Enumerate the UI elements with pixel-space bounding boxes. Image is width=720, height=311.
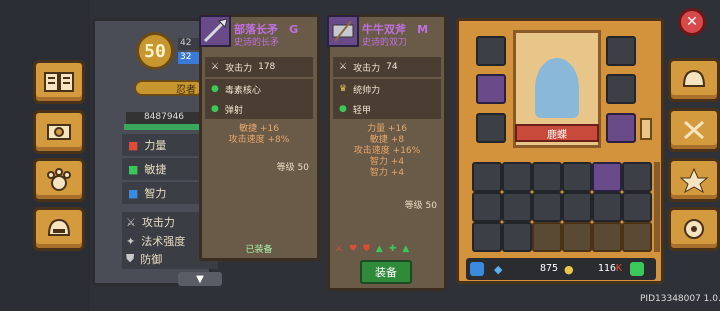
equip-slot-pet[interactable] [476,74,506,104]
chevron-down-icon: ▼ [196,273,204,285]
tab-skill[interactable] [668,158,720,202]
hero-portrait [535,58,579,118]
fist-icon: ■ [128,138,139,152]
gem-count: 875 [539,263,558,274]
axe-icon [327,15,359,47]
inv-slot[interactable] [592,192,622,222]
add-coin-button[interactable] [630,262,644,276]
coin-count: 116K [597,263,622,274]
card1-bonuses: 敏捷 +16 攻击速度 +8% [228,124,290,145]
shield-icon: ⛊ [363,244,370,254]
wand-icon: ✦ [126,234,136,248]
hero-name-banner: 鹿蝶 [515,124,599,142]
boot-icon: ■ [128,162,139,176]
gear-icon [684,219,704,239]
class-banner: 忍者 [134,80,204,96]
card2-action-icons: ⚔ ♥ ⛊ ▲ ✚ ▲ [335,244,439,254]
inv-slot[interactable] [622,162,652,192]
inv-slot[interactable] [502,222,532,252]
tab-pets[interactable] [33,158,85,202]
power-score: 8487946 [126,112,202,124]
star-icon [679,167,709,194]
card1-attack-row: ⚔ 攻击力 178 [205,57,313,77]
inv-slot[interactable] [502,192,532,222]
inv-slot[interactable] [472,192,502,222]
card2-bonuses: 力量 +16 敏捷 +8 攻击速度 +16% 智力 +4 智力 +4 [353,124,421,178]
spear-icon [199,15,231,47]
inv-slot[interactable] [472,222,502,252]
inv-slot[interactable] [502,162,532,192]
tab-scroll[interactable] [33,110,85,154]
tab-helmet-right[interactable] [668,58,720,102]
inv-slot[interactable] [592,162,622,192]
gem-icon: ◆ [494,263,503,276]
tab-settings[interactable] [668,207,720,251]
equip-slot-chest[interactable] [606,74,636,104]
helmet-icon [47,218,71,236]
equip-slot-ring[interactable] [476,36,506,66]
inv-slot[interactable] [472,162,502,192]
helmet-icon [682,69,706,87]
card2-rarity: 史诗的双刀 [362,38,408,48]
card2-line-light-armor: ● 轻甲 [333,99,441,119]
heart-icon: ♥ [349,244,358,254]
card1-equipped-status: 已装备 [245,245,273,255]
card1-level: 等级 50 [276,163,309,173]
coin-icon: ● [564,263,574,276]
bounce-icon: ● [211,104,219,114]
sword-icon: ⚔ [126,215,136,229]
toxic-core-icon: ● [211,84,219,94]
paw-icon [47,168,71,191]
pid-version: PID13348007 1.0.19 [640,294,720,304]
book-icon [44,72,74,92]
sword-icon: ⚔ [339,62,348,72]
hp-bar [124,124,202,130]
card2-attack-row: ⚔ 攻击力 74 [333,57,441,77]
inv-slot-empty[interactable] [592,222,622,252]
left-tab-column [0,0,90,311]
scroll-icon [47,124,71,140]
plus-icon: ✚ [388,244,397,254]
inv-slot[interactable] [562,162,592,192]
inv-slot[interactable] [622,192,652,222]
equip-button[interactable]: 装备 [360,260,412,284]
inv-slot-empty[interactable] [532,222,562,252]
arrow-up-icon: ▲ [402,244,410,254]
sword-icon: ⚔ [211,62,220,72]
close-button[interactable]: ✕ [678,8,706,36]
book-icon: ■ [128,186,139,200]
level-badge: 50 [136,32,174,70]
swap-icon[interactable] [470,262,484,276]
equip-slot-armor[interactable] [476,113,506,143]
card2-line-leadership: ♛ 统帅力 [333,79,441,99]
tab-helmet[interactable] [33,207,85,251]
card1-line-toxic: ● 毒素核心 [205,79,313,99]
scroll-down-button[interactable]: ▼ [178,272,222,286]
inv-slot[interactable] [532,192,562,222]
trophy-icon: ♛ [339,84,348,94]
tab-book[interactable] [33,60,85,104]
inventory-scrollbar[interactable] [654,162,660,252]
equip-slot-weapon[interactable] [606,113,636,143]
armor-icon: ● [339,104,347,114]
inv-slot-empty[interactable] [562,222,592,252]
inv-slot[interactable] [562,192,592,222]
sword-icon: ⚔ [335,244,344,254]
card2-level: 等级 50 [404,201,437,211]
inv-slot[interactable] [532,162,562,192]
equip-slot-helmet[interactable] [606,36,636,66]
arrow-up-icon: ▲ [375,244,383,254]
shield-icon: ⛊ [126,252,135,265]
card1-rarity: 史诗的长矛 [234,38,280,48]
card1-line-bounce: ● 弹射 [205,99,313,119]
swords-icon [684,120,704,140]
tab-swords[interactable] [668,108,720,152]
slot-side-tab[interactable] [640,118,652,140]
inv-slot-empty[interactable] [622,222,652,252]
close-icon: ✕ [686,14,698,30]
